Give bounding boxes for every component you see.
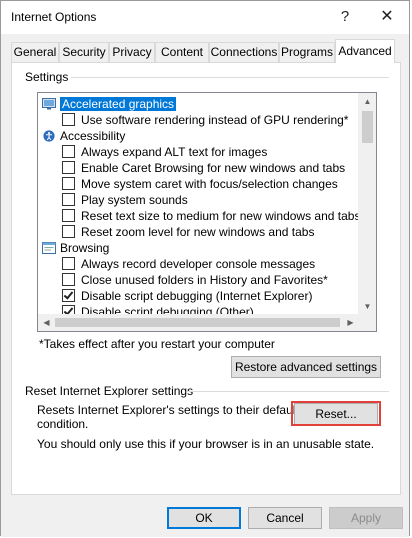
checkbox-label: Always expand ALT text for images <box>81 145 268 159</box>
tab-general[interactable]: General <box>11 42 59 62</box>
checkbox-close-unused-folders[interactable]: Close unused folders in History and Favo… <box>62 272 328 288</box>
checkbox-label: Reset text size to medium for new window… <box>81 209 361 223</box>
tab-privacy[interactable]: Privacy <box>109 42 155 62</box>
browser-window-icon <box>42 242 56 254</box>
checkbox-reset-text-size[interactable]: Reset text size to medium for new window… <box>62 208 360 224</box>
checkbox-label: Move system caret with focus/selection c… <box>81 177 338 191</box>
settings-tree[interactable]: Accelerated graphics Use software render… <box>37 92 377 332</box>
checkbox-label: Play system sounds <box>81 193 188 207</box>
reset-group-label: Reset Internet Explorer settings <box>25 384 194 398</box>
checkbox-label: Reset zoom level for new windows and tab… <box>81 225 315 239</box>
checkbox-label: Disable script debugging (Internet Explo… <box>81 289 313 303</box>
checkbox-label: Enable Caret Browsing for new windows an… <box>81 161 346 175</box>
horizontal-scrollbar[interactable]: ◀ ▶ <box>38 314 359 331</box>
checkbox-caret-browsing[interactable]: Enable Caret Browsing for new windows an… <box>62 160 345 176</box>
horizontal-scroll-thumb[interactable] <box>55 318 340 327</box>
reset-warning: You should only use this if your browser… <box>37 437 375 451</box>
checkbox-reset-zoom-level[interactable]: Reset zoom level for new windows and tab… <box>62 224 314 240</box>
vertical-scrollbar[interactable]: ▲ ▼ <box>358 93 376 315</box>
checkbox-label: Close unused folders in History and Favo… <box>81 273 328 287</box>
checkbox[interactable] <box>62 113 75 126</box>
dialog-footer: OK Cancel Apply <box>1 496 409 537</box>
checkbox[interactable] <box>62 177 75 190</box>
close-icon[interactable]: ✕ <box>367 3 407 31</box>
help-icon[interactable]: ? <box>325 3 365 31</box>
tab-advanced[interactable]: Advanced <box>335 39 395 63</box>
settings-group-divider <box>71 77 389 78</box>
checkbox-play-system-sounds[interactable]: Play system sounds <box>62 192 188 208</box>
tab-programs[interactable]: Programs <box>279 42 335 62</box>
monitor-icon <box>42 98 56 110</box>
checkbox[interactable] <box>62 257 75 270</box>
restart-note: *Takes effect after you restart your com… <box>39 337 275 351</box>
checkbox-record-console-messages[interactable]: Always record developer console messages <box>62 256 315 272</box>
checkbox[interactable] <box>62 225 75 238</box>
tab-security[interactable]: Security <box>59 42 109 62</box>
restore-advanced-settings-button[interactable]: Restore advanced settings <box>231 356 381 378</box>
apply-button[interactable]: Apply <box>329 507 403 529</box>
ok-button[interactable]: OK <box>167 507 241 529</box>
scroll-down-arrow-icon[interactable]: ▼ <box>359 298 376 315</box>
scroll-corner <box>359 314 376 331</box>
tab-connections[interactable]: Connections <box>209 42 279 62</box>
settings-group-label: Settings <box>25 70 69 84</box>
checkbox-disable-script-debugging-ie[interactable]: Disable script debugging (Internet Explo… <box>62 288 312 304</box>
checkbox-label: Always record developer console messages <box>81 257 316 271</box>
tree-folder-accelerated-graphics[interactable]: Accelerated graphics <box>42 96 177 112</box>
accessibility-icon <box>43 130 55 142</box>
scroll-left-arrow-icon[interactable]: ◀ <box>38 314 55 331</box>
cancel-button[interactable]: Cancel <box>248 507 322 529</box>
checkbox-label: Use software rendering instead of GPU re… <box>81 113 349 127</box>
checkbox[interactable] <box>62 289 75 302</box>
checkbox-expand-alt-text[interactable]: Always expand ALT text for images <box>62 144 267 160</box>
window-title: Internet Options <box>11 10 97 24</box>
checkbox-software-rendering[interactable]: Use software rendering instead of GPU re… <box>62 112 348 128</box>
checkbox[interactable] <box>62 273 75 286</box>
checkbox[interactable] <box>62 209 75 222</box>
reset-description-line2: condition. <box>37 417 89 431</box>
tree-label: Accessibility <box>60 129 126 143</box>
scroll-up-arrow-icon[interactable]: ▲ <box>359 93 376 110</box>
tree-folder-browsing[interactable]: Browsing <box>42 240 109 256</box>
internet-options-dialog: Internet Options ? ✕ General Security Pr… <box>0 0 410 537</box>
tab-content[interactable]: Content <box>155 42 209 62</box>
vertical-scroll-thumb[interactable] <box>362 111 373 143</box>
tab-strip: General Security Privacy Content Connect… <box>11 39 401 63</box>
checkbox-move-system-caret[interactable]: Move system caret with focus/selection c… <box>62 176 338 192</box>
reset-description-line1: Resets Internet Explorer's settings to t… <box>37 403 299 417</box>
title-bar: Internet Options ? ✕ <box>1 1 409 34</box>
scroll-right-arrow-icon[interactable]: ▶ <box>342 314 359 331</box>
checkbox[interactable] <box>62 193 75 206</box>
tree-label: Browsing <box>60 241 110 255</box>
reset-button[interactable]: Reset... <box>294 403 378 425</box>
reset-group-divider <box>187 391 389 392</box>
tree-label: Accelerated graphics <box>60 97 177 111</box>
checkbox[interactable] <box>62 161 75 174</box>
checkbox[interactable] <box>62 145 75 158</box>
tree-folder-accessibility[interactable]: Accessibility <box>42 128 125 144</box>
